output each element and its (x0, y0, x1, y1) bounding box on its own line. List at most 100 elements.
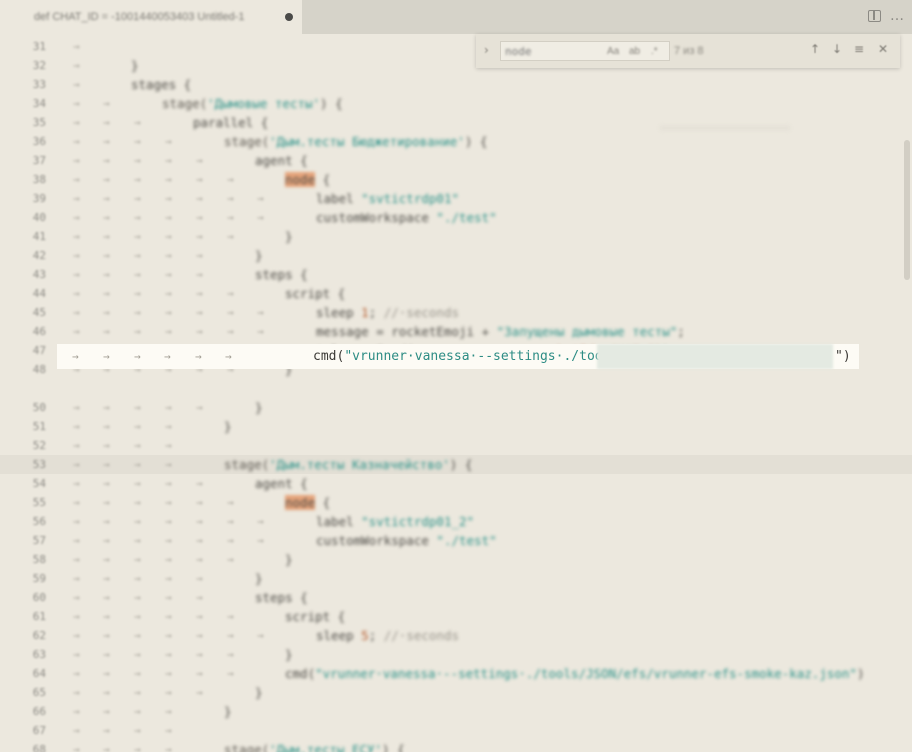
code-line[interactable]: 61 → → → → → → script { (0, 607, 912, 626)
code-line[interactable]: 68 → → → → stage('Дым.тесты ЕСУ') { (0, 740, 912, 752)
find-input[interactable]: node Aa ab .* (500, 41, 670, 61)
indent-guide-icon: → (165, 439, 172, 452)
code-line[interactable]: 57 → → → → → → → customWorkspace "./test" (0, 531, 912, 550)
line-number: 34 (32, 97, 46, 110)
indent-guide-icon: → (134, 192, 141, 205)
indent-guide-icon: → (73, 97, 80, 110)
code-line[interactable]: 58 → → → → → →} (0, 550, 912, 569)
line-code: sleep 5; //·seconds (316, 626, 459, 645)
code-token: stage( (224, 134, 270, 149)
code-line[interactable]: 55 → → → → → → node { (0, 493, 912, 512)
code-line[interactable]: 41 → → → → → →} (0, 227, 912, 246)
indent-guide-icon: → (196, 249, 203, 262)
code-line[interactable]: 52 → → → → (0, 436, 912, 455)
indent-guide-icon: → (257, 629, 264, 642)
focused-line[interactable]: → → → → → → cmd("vrunner·vanessa·--setti… (57, 344, 859, 369)
code-token: 1 (361, 305, 369, 320)
line-code: stage('Дым.тесты ЕСУ') { (224, 740, 405, 752)
code-line[interactable]: 45 → → → → → → → sleep 1; //·seconds (0, 303, 912, 322)
indent-guide-icon: → (134, 173, 141, 186)
indent-guide-icon: → (165, 458, 172, 471)
toggle-replace-icon[interactable]: › (484, 43, 489, 57)
match-case-icon[interactable]: Aa (607, 46, 619, 57)
code-line[interactable]: 46 → → → → → → → message = rocketEmoji + "Запуще… (0, 322, 912, 341)
indent-guide-icon: → (227, 306, 234, 319)
indent-guide-icon: → (257, 211, 264, 224)
faint-overlay (660, 126, 790, 130)
indent-guide-icon: → (196, 211, 203, 224)
code-line[interactable]: 33 → stages { (0, 75, 912, 94)
code-line[interactable]: 42 → → → → →} (0, 246, 912, 265)
line-number: 44 (32, 287, 46, 300)
find-in-selection-icon[interactable]: ≡ (854, 42, 864, 56)
code-line[interactable]: 67 → → → → (0, 721, 912, 740)
tab-title[interactable]: def CHAT_ID = -1001440053403 Untitled-1 (34, 11, 244, 23)
code-line[interactable]: 54 → → → → → agent { (0, 474, 912, 493)
indent-guide-icon: → (165, 743, 172, 752)
editor-area[interactable]: 31 → 32 →} 33 → stages {34 → → stage('Дымовые тес… (0, 34, 912, 752)
indent-guide-icon: → (103, 249, 110, 262)
indent-guide-icon: → (134, 211, 141, 224)
indent-guide-icon: → (196, 515, 203, 528)
code-token: } (224, 419, 232, 434)
more-actions-icon[interactable]: … (890, 8, 904, 24)
code-line[interactable]: 53 → → → → stage('Дым.тесты Казначейство') { (0, 455, 912, 474)
code-line[interactable]: 63 → → → → → →} (0, 645, 912, 664)
indent-guide-icon: → (73, 743, 80, 752)
code-line[interactable]: 34 → → stage('Дымовые тесты') { (0, 94, 912, 113)
indent-guide-icon: → (134, 268, 141, 281)
line-code: script { (285, 284, 345, 303)
close-find-icon[interactable]: ✕ (878, 42, 888, 56)
code-line[interactable]: 51 → → → →} (0, 417, 912, 436)
vertical-scrollbar[interactable] (904, 140, 910, 280)
code-token: stage( (224, 457, 270, 472)
code-line[interactable]: 60 → → → → → steps { (0, 588, 912, 607)
code-line[interactable]: 66 → → → →} (0, 702, 912, 721)
indent-guide-icon: → (134, 439, 141, 452)
code-line[interactable]: 37 → → → → → agent { (0, 151, 912, 170)
code-token: } (224, 704, 232, 719)
next-match-icon[interactable]: ↓ (832, 42, 842, 56)
indent-guide-icon: → (134, 648, 141, 661)
code-token: ) (856, 666, 865, 681)
code-token: //·seconds (383, 628, 460, 643)
code-line[interactable]: 40 → → → → → → → customWorkspace "./test" (0, 208, 912, 227)
code-line[interactable] (0, 379, 912, 398)
line-code: agent { (255, 474, 308, 493)
indent-guide-icon: → (227, 496, 234, 509)
line-code: stage('Дым.тесты Бюджетирование') { (224, 132, 487, 151)
code-token: } (131, 58, 139, 73)
code-token: node (285, 495, 316, 510)
indent-guide-icon: → (196, 591, 203, 604)
regex-icon[interactable]: .* (651, 46, 658, 57)
code-line[interactable]: 56 → → → → → → → label "svtictrdp01_2" (0, 512, 912, 531)
indent-guide-icon: → (73, 439, 80, 452)
code-line[interactable]: 59 → → → → →} (0, 569, 912, 588)
code-line[interactable]: 64 → → → → → → cmd("vrunner·vanessa·--settings·… (0, 664, 912, 683)
tab-arrow-icon: → (103, 350, 110, 363)
code-token: "vrunner·vanessa·--settings·./tools/JSON… (315, 666, 857, 681)
code-line[interactable]: 39 → → → → → → → label "svtictrdp01" (0, 189, 912, 208)
indent-guide-icon: → (257, 515, 264, 528)
code-line[interactable]: 43 → → → → → steps { (0, 265, 912, 284)
previous-match-icon[interactable]: ↑ (810, 42, 820, 56)
code-line[interactable]: 62 → → → → → → → sleep 5; //·seconds (0, 626, 912, 645)
code-token: "Запущены дымовые тесты" (496, 324, 678, 339)
indent-guide-icon: → (227, 667, 234, 680)
indent-guide-icon: → (134, 686, 141, 699)
indent-guide-icon: → (103, 705, 110, 718)
code-line[interactable]: 36 → → → → stage('Дым.тесты Бюджетирование') … (0, 132, 912, 151)
editor-tab[interactable]: def CHAT_ID = -1001440053403 Untitled-1 (0, 0, 302, 34)
split-editor-icon[interactable] (868, 10, 881, 22)
code-line[interactable]: 50 → → → → →} (0, 398, 912, 417)
code-line[interactable]: 65 → → → → →} (0, 683, 912, 702)
indent-guide-icon: → (73, 458, 80, 471)
code-line[interactable]: 44 → → → → → → script { (0, 284, 912, 303)
code-line[interactable]: 38 → → → → → → node { (0, 170, 912, 189)
code-token: label (316, 191, 362, 206)
indent-guide-icon: → (196, 268, 203, 281)
whole-word-icon[interactable]: ab (629, 46, 640, 57)
line-code: node { (285, 493, 330, 512)
unsaved-dot-icon[interactable] (285, 13, 293, 21)
indent-guide-icon: → (165, 648, 172, 661)
